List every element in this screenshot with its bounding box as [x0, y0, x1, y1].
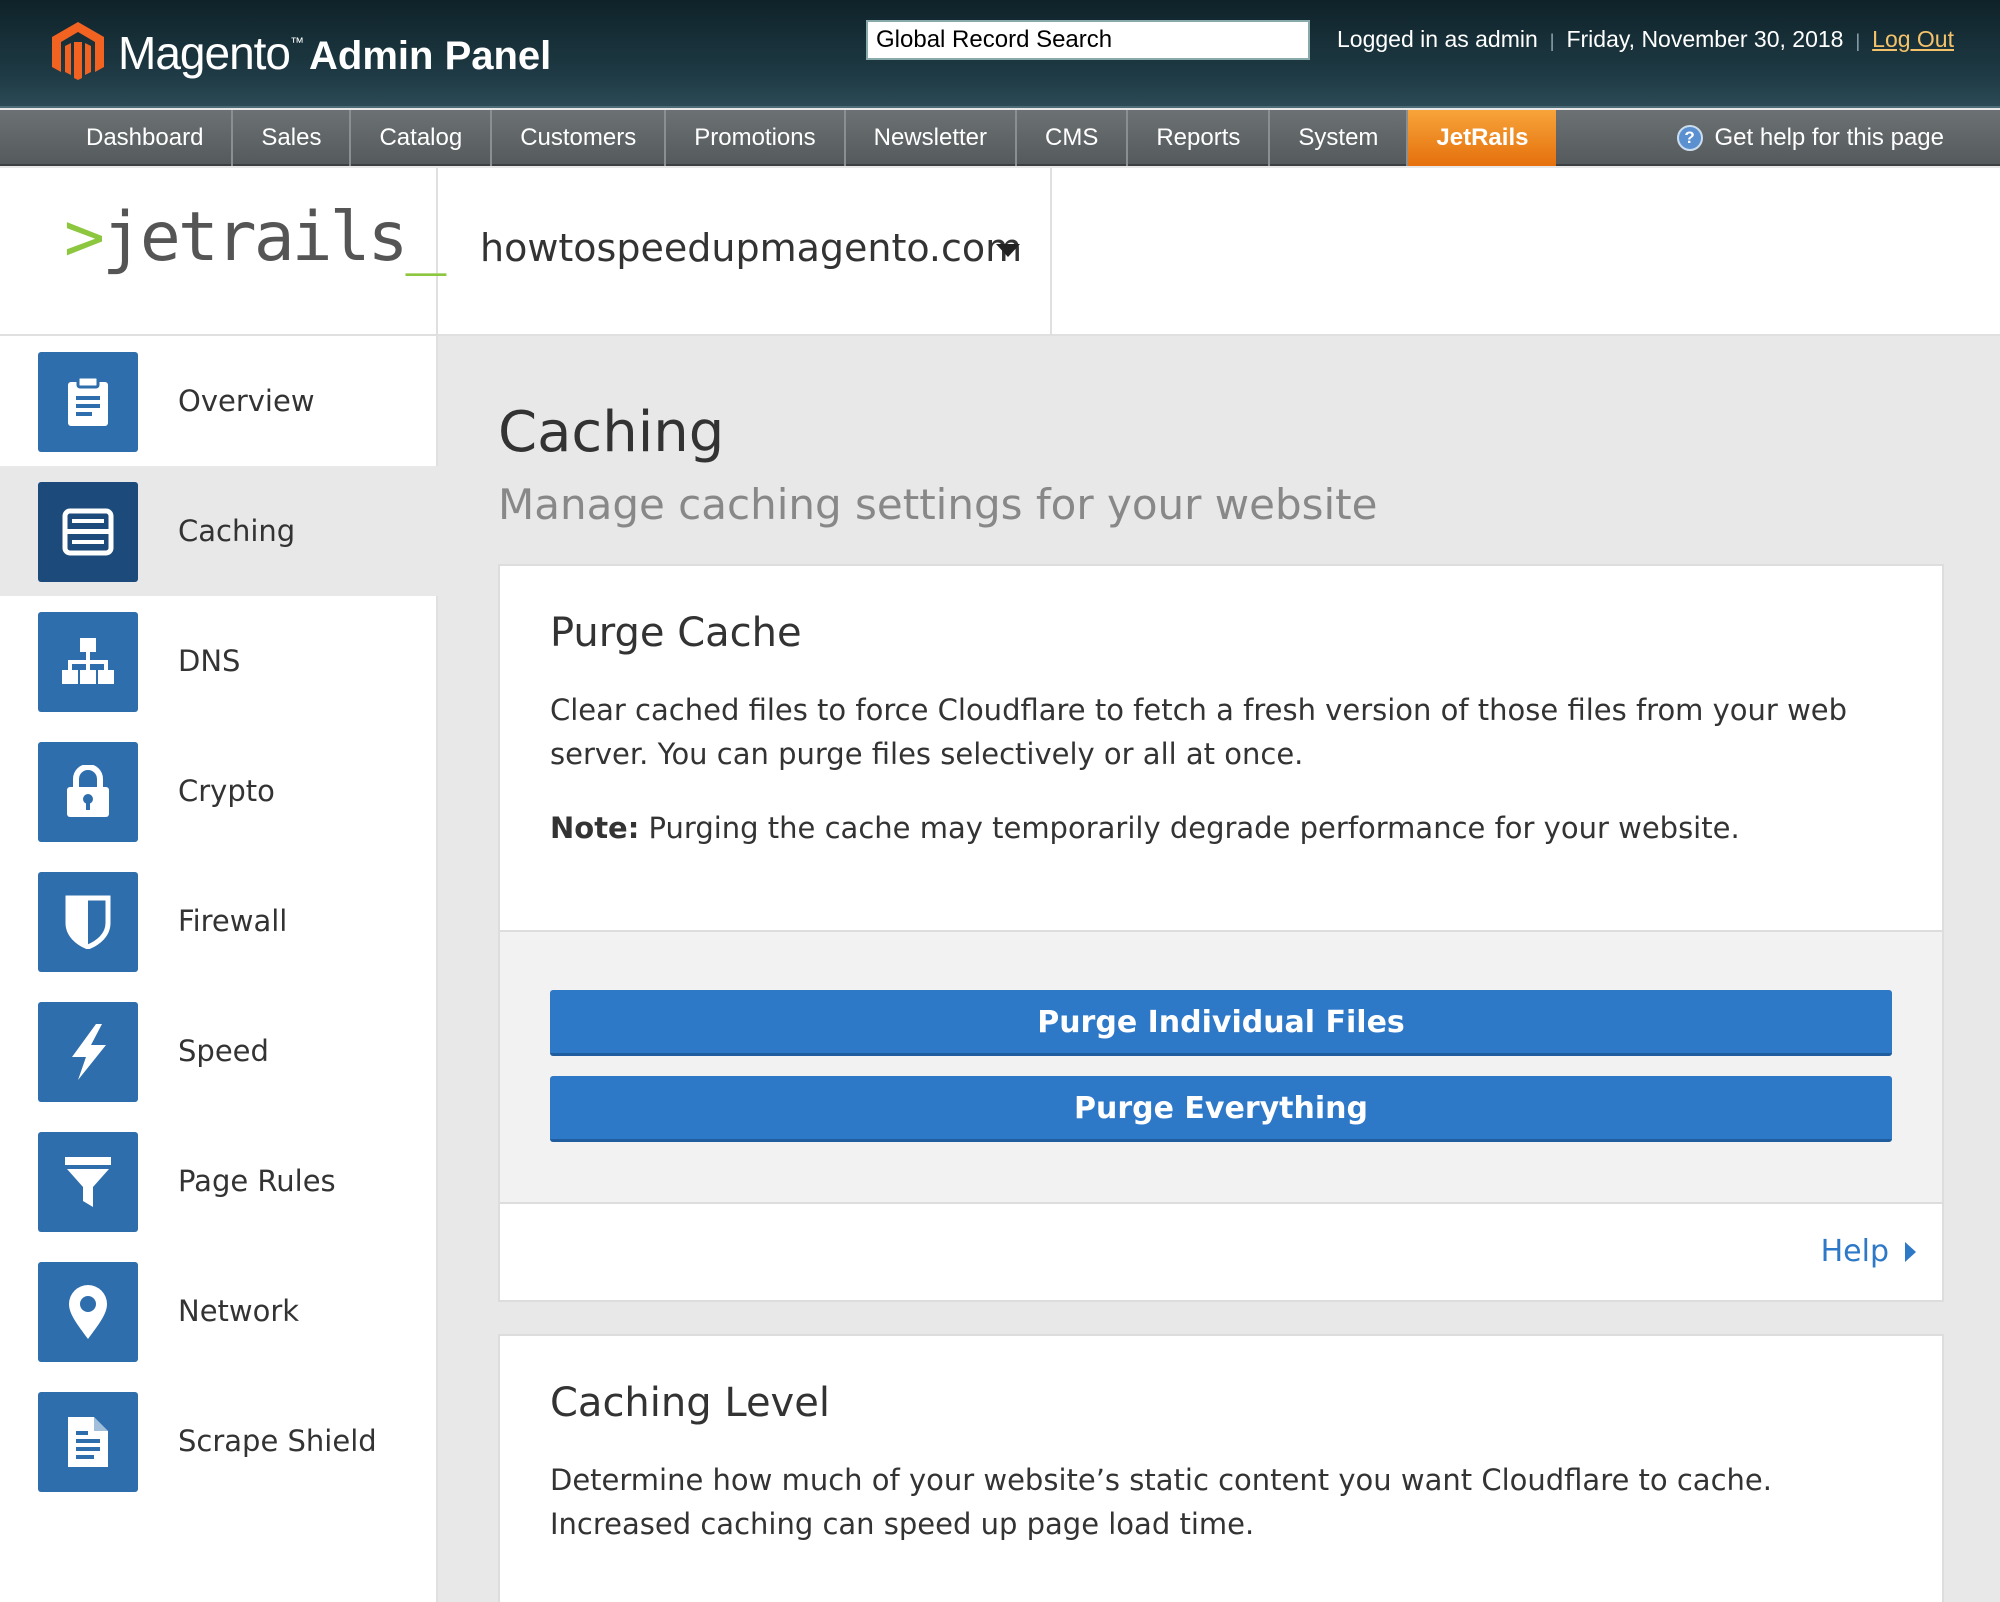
nav-newsletter[interactable]: Newsletter [846, 110, 1017, 166]
logo-text: jetrails [101, 198, 409, 277]
sidebar-item-label: Caching [178, 514, 296, 548]
purge-cache-card: Purge Cache Clear cached files to force … [498, 564, 1944, 1302]
purge-everything-button[interactable]: Purge Everything [550, 1076, 1892, 1142]
sidebar-item-network[interactable]: Network [0, 1246, 438, 1376]
network-tree-icon [38, 612, 138, 712]
nav-customers[interactable]: Customers [492, 110, 667, 166]
purge-cache-note: Note: Purging the cache may temporarily … [550, 806, 1890, 850]
sidebar-item-crypto[interactable]: Crypto [0, 726, 438, 856]
page-help-link[interactable]: ? Get help for this page [1676, 110, 1944, 166]
page-subtitle: Manage caching settings for your website [498, 480, 1378, 529]
caching-level-card: Caching Level Determine how much of your… [498, 1334, 1944, 1602]
location-pin-icon [38, 1262, 138, 1362]
nav-jetrails[interactable]: JetRails [1408, 110, 1557, 166]
sidebar-item-label: DNS [178, 644, 241, 678]
sidebar-item-overview[interactable]: Overview [0, 336, 438, 466]
funnel-icon [38, 1132, 138, 1232]
logout-link[interactable]: Log Out [1872, 26, 1954, 52]
purge-actions: Purge Individual Files Purge Everything [500, 930, 1942, 1204]
nav-dashboard[interactable]: Dashboard [58, 110, 234, 166]
sidebar-item-page-rules[interactable]: Page Rules [0, 1116, 438, 1246]
nav-sales[interactable]: Sales [233, 110, 352, 166]
note-label: Note: [550, 811, 640, 845]
nav-cms[interactable]: CMS [1017, 110, 1129, 166]
sidebar-item-caching[interactable]: Caching [0, 466, 438, 596]
page-help-label: Get help for this page [1714, 124, 1944, 151]
caching-level-description: Determine how much of your website’s sta… [550, 1463, 1772, 1541]
logo-suffix: _ [405, 198, 446, 277]
jetrails-topbar: >jetrails_ howtospeedupmagento.com [0, 168, 2000, 336]
domain-name: howtospeedupmagento.com [480, 226, 1023, 270]
help-label: Help [1820, 1234, 1889, 1269]
logged-in-text: Logged in as admin [1337, 26, 1538, 52]
sidebar-item-label: Scrape Shield [178, 1424, 377, 1458]
brand-name: Magento [118, 27, 291, 79]
brand-suffix: Admin Panel [309, 34, 552, 78]
nav-promotions[interactable]: Promotions [666, 110, 846, 166]
sidebar-item-label: Page Rules [178, 1164, 336, 1198]
sidebar-item-label: Network [178, 1294, 300, 1328]
sidebar-item-speed[interactable]: Speed [0, 986, 438, 1116]
lightning-icon [38, 1002, 138, 1102]
question-icon: ? [1676, 125, 1703, 151]
purge-help-link[interactable]: Help [1821, 1234, 1916, 1269]
sidebar-item-label: Speed [178, 1034, 269, 1068]
server-icon [38, 482, 138, 582]
magento-brand: Magento™ Admin Panel [118, 27, 552, 79]
sidebar-item-label: Overview [178, 384, 315, 418]
domain-selector[interactable]: howtospeedupmagento.com [440, 168, 1052, 334]
lock-icon [38, 742, 138, 842]
magento-logo-icon[interactable] [50, 20, 106, 82]
chevron-right-icon [1905, 1241, 1916, 1262]
caching-level-heading: Caching Level [550, 1380, 830, 1426]
purge-cache-heading: Purge Cache [550, 610, 802, 656]
user-bar: Logged in as admin | Friday, November 30, … [1337, 26, 1954, 52]
clipboard-icon [38, 352, 138, 452]
page-title: Caching [498, 400, 725, 465]
sidebar-item-label: Crypto [178, 774, 275, 808]
purge-cache-description: Clear cached files to force Cloudflare t… [550, 693, 1848, 771]
current-date: Friday, November 30, 2018 [1566, 26, 1844, 52]
chevron-down-icon [996, 244, 1020, 257]
note-text: Purging the cache may temporarily degrad… [639, 811, 1740, 845]
shield-icon [38, 872, 138, 972]
nav-catalog[interactable]: Catalog [351, 110, 493, 166]
purge-individual-files-button[interactable]: Purge Individual Files [550, 990, 1892, 1056]
magento-header: Magento™ Admin Panel Global Record Search… [0, 0, 2000, 108]
sidebar-item-firewall[interactable]: Firewall [0, 856, 438, 986]
sidebar-item-label: Firewall [178, 904, 288, 938]
sidebar: Overview Caching DNS Crypto Firewall Spe… [0, 336, 438, 1602]
sidebar-item-scrape-shield[interactable]: Scrape Shield [0, 1376, 438, 1506]
logo-prefix: > [64, 198, 105, 277]
nav-reports[interactable]: Reports [1128, 110, 1271, 166]
nav-system[interactable]: System [1270, 110, 1409, 166]
jetrails-logo[interactable]: >jetrails_ [0, 168, 446, 334]
global-record-search-input[interactable]: Global Record Search [866, 20, 1310, 60]
document-icon [38, 1392, 138, 1492]
main-nav: Dashboard Sales Catalog Customers Promot… [0, 110, 2000, 166]
sidebar-item-dns[interactable]: DNS [0, 596, 438, 726]
